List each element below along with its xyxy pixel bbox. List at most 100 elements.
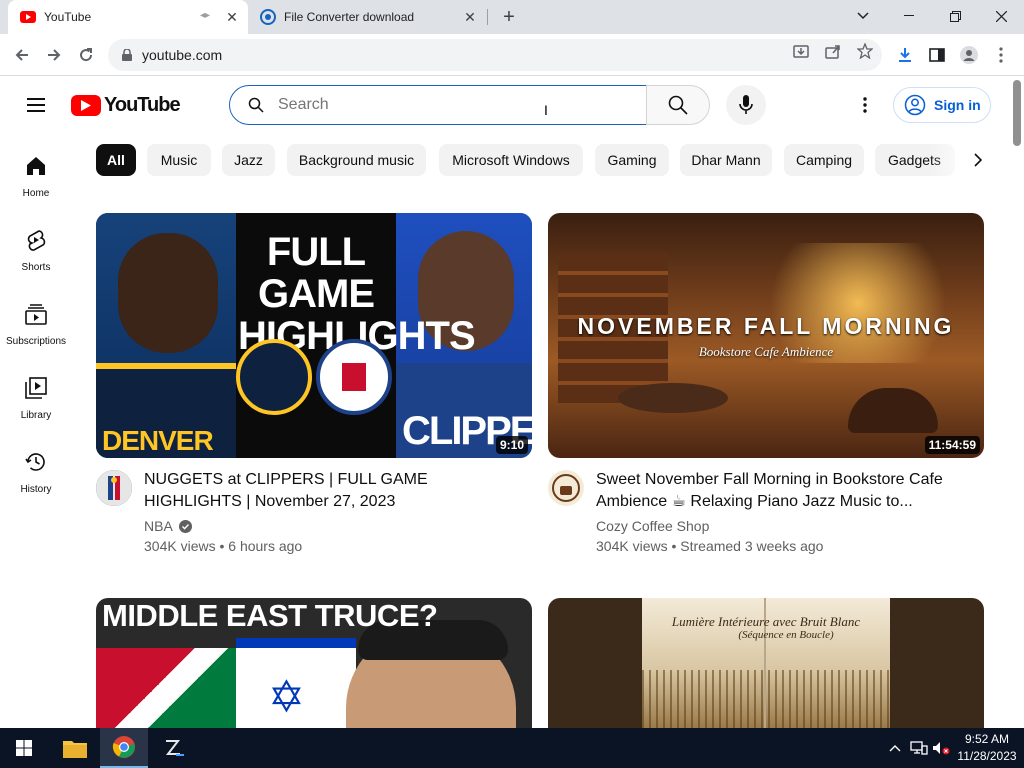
- video-channel[interactable]: NBA: [144, 518, 192, 534]
- minimize-button[interactable]: [886, 0, 932, 32]
- chip-jazz[interactable]: Jazz: [222, 144, 275, 176]
- share-icon[interactable]: [824, 42, 842, 60]
- history-icon: [24, 450, 48, 474]
- arrow-right-icon: [48, 49, 61, 61]
- guide-label: Shorts: [21, 262, 51, 273]
- reload-button[interactable]: [74, 43, 98, 67]
- channel-name: NBA: [144, 518, 173, 534]
- star-of-david-icon: ✡: [268, 673, 305, 722]
- tab-search-button[interactable]: [840, 0, 886, 32]
- app-taskbar-button[interactable]: [150, 728, 198, 768]
- video-metadata: 304K views • 6 hours ago: [144, 538, 303, 554]
- shorts-icon: [24, 228, 48, 252]
- guide-item-library[interactable]: Library: [0, 372, 72, 442]
- search-input[interactable]: [278, 96, 578, 114]
- forward-button[interactable]: [42, 43, 66, 67]
- file-explorer-button[interactable]: [51, 728, 99, 768]
- page-scrollbar[interactable]: [1010, 77, 1024, 728]
- video-thumbnail[interactable]: DENVER CLIPPERS FULL GAME HIGHLIGHTS 9:1…: [96, 213, 532, 458]
- youtube-masthead: YouTube Sign in: [0, 77, 1010, 133]
- video-title[interactable]: NUGGETS at CLIPPERS | FULL GAME HIGHLIGH…: [144, 469, 524, 513]
- chip-camping[interactable]: Camping: [784, 144, 864, 176]
- thumb-table: [618, 383, 728, 413]
- chip-background-music[interactable]: Background music: [287, 144, 426, 176]
- tab-youtube[interactable]: YouTube ◂▸ ✕: [8, 0, 248, 34]
- thumb-title: Lumière Intérieure avec Bruit Blanc: [671, 614, 861, 629]
- search-icon: [246, 95, 266, 115]
- video-duration: 9:10: [495, 436, 528, 454]
- guide-item-home[interactable]: Home: [0, 150, 72, 220]
- channel-avatar-nba[interactable]: [96, 470, 132, 506]
- tab-separator: [487, 9, 488, 25]
- system-clock[interactable]: 9:52 AM 11/28/2023: [954, 731, 1020, 765]
- youtube-logo[interactable]: YouTube: [71, 94, 181, 117]
- start-button[interactable]: [0, 728, 48, 768]
- tab-file-converter[interactable]: File Converter download ✕: [250, 0, 486, 34]
- close-window-button[interactable]: [978, 0, 1024, 32]
- sign-in-button[interactable]: Sign in: [893, 87, 991, 123]
- thumb-subtitle: Bookstore Cafe Ambience: [698, 344, 834, 359]
- guide-item-history[interactable]: History: [0, 446, 72, 516]
- back-button[interactable]: [10, 43, 34, 67]
- volume-muted-icon[interactable]: [932, 740, 950, 756]
- text-cursor-icon: I: [544, 102, 548, 118]
- windows-taskbar: 9:52 AM 11/28/2023: [0, 728, 1024, 768]
- subscriptions-icon: [24, 302, 48, 326]
- voice-search-button[interactable]: [726, 85, 766, 125]
- chip-music[interactable]: Music: [147, 144, 211, 176]
- chip-microsoft-windows[interactable]: Microsoft Windows: [439, 144, 583, 176]
- video-title[interactable]: Sweet November Fall Morning in Bookstore…: [596, 469, 976, 513]
- restore-button[interactable]: [932, 0, 978, 32]
- chrome-taskbar-button[interactable]: [100, 728, 148, 768]
- guide-item-subscriptions[interactable]: Subscriptions: [0, 298, 72, 368]
- channel-avatar-cozy-coffee-shop[interactable]: [548, 470, 584, 506]
- close-tab-icon[interactable]: ✕: [224, 9, 240, 25]
- bookmark-star-icon[interactable]: [856, 42, 874, 60]
- chip-gaming[interactable]: Gaming: [595, 144, 669, 176]
- install-app-icon[interactable]: [792, 42, 810, 60]
- library-icon: [24, 376, 48, 400]
- sign-in-label: Sign in: [934, 97, 981, 113]
- minimize-icon: [904, 15, 914, 16]
- thumb-grass: [642, 670, 890, 728]
- browser-toolbar: youtube.com: [0, 34, 1024, 76]
- arrow-left-icon: [15, 49, 28, 61]
- verified-badge-icon: [178, 519, 192, 533]
- profile-avatar-icon[interactable]: [960, 46, 978, 64]
- chips-next-button[interactable]: [966, 148, 990, 172]
- video-duration: 11:54:59: [924, 436, 980, 454]
- close-tab-icon[interactable]: ✕: [462, 9, 478, 25]
- video-thumbnail[interactable]: NOVEMBER FALL MORNING Bookstore Cafe Amb…: [548, 213, 984, 458]
- channel-name: Cozy Coffee Shop: [596, 518, 710, 534]
- search-icon: [668, 95, 688, 115]
- address-bar[interactable]: youtube.com: [108, 39, 882, 71]
- settings-more-icon[interactable]: [853, 93, 877, 117]
- clock-time: 9:52 AM: [964, 732, 1010, 746]
- side-panel-icon[interactable]: [928, 46, 946, 64]
- guide-menu-icon[interactable]: [24, 94, 48, 118]
- new-tab-button[interactable]: +: [498, 7, 520, 29]
- nuggets-logo-icon: [236, 339, 312, 415]
- filter-chips-bar: All Music Jazz Background music Microsof…: [96, 144, 976, 176]
- thumb-headline: NOVEMBER FALL MORNING: [577, 313, 955, 339]
- browser-tab-strip: YouTube ◂▸ ✕ File Converter download ✕ +: [0, 0, 1024, 34]
- audio-indicator-icon: ◂▸: [200, 10, 211, 21]
- show-hidden-icons-icon[interactable]: [886, 740, 904, 756]
- video-thumbnail[interactable]: ✡ MIDDLE EAST TRUCE?: [96, 598, 532, 728]
- video-thumbnail[interactable]: Lumière Intérieure avec Bruit Blanc (Séq…: [548, 598, 984, 728]
- chip-dhar-mann[interactable]: Dhar Mann: [680, 144, 772, 176]
- microphone-icon: [739, 95, 753, 114]
- thumb-headline: MIDDLE EAST TRUCE?: [102, 598, 438, 633]
- video-channel[interactable]: Cozy Coffee Shop: [596, 518, 709, 534]
- chrome-menu-icon[interactable]: [992, 46, 1010, 64]
- search-box[interactable]: [229, 85, 647, 125]
- windows-logo-icon: [16, 740, 32, 756]
- chip-all[interactable]: All: [96, 144, 136, 176]
- video-metadata: 304K views • Streamed 3 weeks ago: [596, 538, 824, 554]
- search-button[interactable]: [646, 85, 710, 125]
- lock-icon: [120, 48, 134, 62]
- scrollbar-thumb[interactable]: [1013, 80, 1021, 146]
- guide-item-shorts[interactable]: Shorts: [0, 224, 72, 294]
- network-icon[interactable]: [910, 740, 928, 756]
- downloads-icon[interactable]: [896, 46, 914, 64]
